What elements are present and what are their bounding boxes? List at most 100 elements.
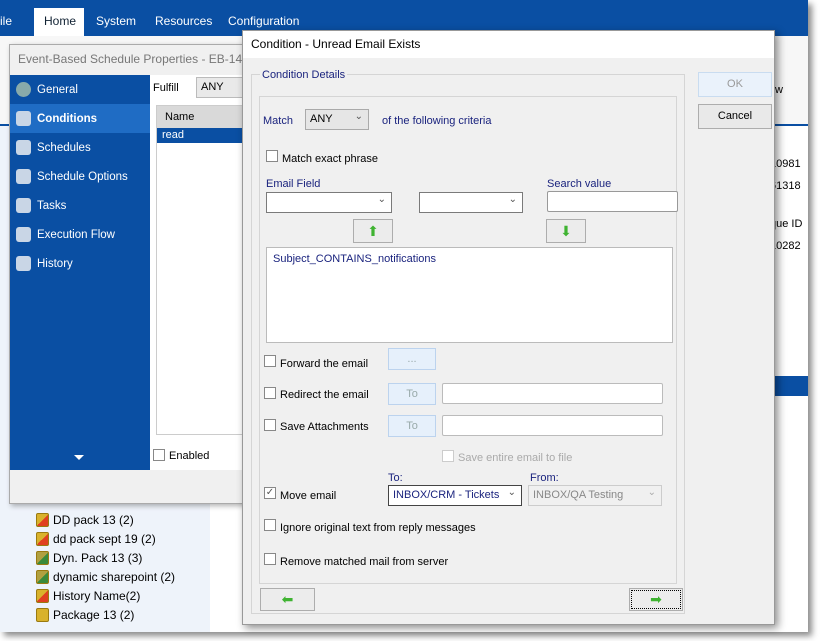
flow-icon: [16, 227, 31, 242]
nav-item-schedule-options[interactable]: Schedule Options: [10, 162, 150, 191]
package-icon: [36, 551, 49, 565]
tree-item[interactable]: dd pack sept 19 (2): [36, 532, 156, 546]
save-attachments-path-input[interactable]: [442, 415, 663, 436]
nav-label: Conditions: [37, 112, 98, 125]
tree-item-label: dd pack sept 19 (2): [53, 532, 156, 546]
list-row[interactable]: read: [157, 128, 255, 143]
ignore-reply-text-label: Ignore original text from reply messages: [280, 522, 476, 534]
save-attachments-to-button[interactable]: To: [388, 415, 436, 437]
nav-label: Schedule Options: [37, 170, 128, 183]
fulfill-label: Fulfill: [153, 82, 179, 94]
tree-item[interactable]: History Name(2): [36, 589, 140, 603]
redirect-to-button[interactable]: To: [388, 383, 436, 405]
nav-item-general[interactable]: General: [10, 75, 150, 104]
back-button[interactable]: ⬅: [260, 588, 315, 611]
operator-select[interactable]: ⌄: [419, 192, 523, 213]
tree-item-label: History Name(2): [53, 589, 141, 603]
move-to-value: INBOX/CRM - Tickets: [393, 489, 500, 501]
match-label: Match: [263, 115, 293, 127]
move-email-checkbox[interactable]: ✓: [264, 487, 276, 499]
chevron-down-icon: ⌄: [507, 487, 516, 498]
tasks-icon: [16, 198, 31, 213]
enabled-label: Enabled: [169, 450, 210, 462]
selected-row[interactable]: [770, 376, 808, 396]
forward-options-button[interactable]: ...: [388, 348, 436, 370]
save-entire-email-checkbox[interactable]: [442, 450, 454, 462]
tree-item[interactable]: Dyn. Pack 13 (3): [36, 551, 142, 565]
tree-item[interactable]: dynamic sharepoint (2): [36, 570, 175, 584]
redirect-checkbox[interactable]: [264, 387, 276, 399]
email-field-label: Email Field: [266, 178, 321, 190]
package-icon: [36, 608, 49, 622]
schedule-icon: [16, 140, 31, 155]
forward-label: Forward the email: [280, 358, 369, 370]
schedule-properties-window: Event-Based Schedule Properties - EB-141…: [9, 44, 256, 504]
tree-item-label: Dyn. Pack 13 (3): [53, 551, 143, 565]
remove-from-server-checkbox[interactable]: [264, 553, 276, 565]
remove-criteria-button[interactable]: ⬇: [546, 219, 586, 243]
column-header-name[interactable]: Name: [157, 106, 255, 128]
save-entire-email-label: Save entire email to file: [458, 452, 573, 464]
arrow-up-icon: ⬆: [367, 222, 379, 239]
scroll-down-icon[interactable]: [74, 455, 84, 460]
move-from-select[interactable]: INBOX/QA Testing ⌄: [528, 485, 662, 506]
ignore-reply-text-checkbox[interactable]: [264, 519, 276, 531]
nav-sidebar: General Conditions Schedules Schedule Op…: [10, 75, 150, 470]
nav-label: Schedules: [37, 141, 91, 154]
search-value-label: Search value: [547, 178, 612, 190]
arrow-left-icon: ⬅: [281, 591, 294, 607]
tab-home[interactable]: Home: [34, 8, 84, 36]
options-icon: [16, 169, 31, 184]
ribbon-partial-label: w: [775, 84, 783, 96]
add-criteria-button[interactable]: ⬆: [353, 219, 393, 243]
enabled-checkbox[interactable]: [153, 449, 165, 461]
cancel-button[interactable]: Cancel: [698, 104, 772, 129]
tab-system[interactable]: System: [86, 8, 146, 36]
remove-from-server-label: Remove matched mail from server: [280, 556, 449, 568]
move-from-label: From:: [530, 472, 559, 484]
exact-phrase-label: Match exact phrase: [282, 153, 378, 165]
conditions-list: Name read: [156, 105, 256, 435]
nav-item-conditions[interactable]: Conditions: [10, 104, 150, 133]
tab-resources[interactable]: Resources: [145, 8, 222, 36]
match-select[interactable]: ANY ⌄: [305, 109, 369, 130]
nav-label: Execution Flow: [37, 228, 115, 241]
move-to-select[interactable]: INBOX/CRM - Tickets ⌄: [388, 485, 522, 506]
tree-item[interactable]: Package 13 (2): [36, 608, 134, 622]
email-field-select[interactable]: ⌄: [266, 192, 392, 213]
history-icon: [16, 256, 31, 271]
group-label: Condition Details: [260, 69, 348, 81]
dialog-titlebar: Condition - Unread Email Exists: [243, 31, 774, 58]
package-icon: [36, 589, 49, 603]
tree-item[interactable]: DD pack 13 (2): [36, 513, 134, 527]
package-icon: [36, 570, 49, 584]
nav-item-tasks[interactable]: Tasks: [10, 191, 150, 220]
conditions-icon: [16, 111, 31, 126]
conditions-panel: Fulfill ANY Name read Enabled: [150, 75, 256, 470]
move-to-label: To:: [388, 472, 403, 484]
search-value-input[interactable]: [547, 191, 678, 212]
ok-button[interactable]: OK: [698, 72, 772, 97]
nav-item-execution-flow[interactable]: Execution Flow: [10, 220, 150, 249]
forward-checkbox[interactable]: [264, 355, 276, 367]
next-button[interactable]: ➡: [629, 588, 683, 611]
fulfill-value: ANY: [201, 81, 224, 93]
chevron-down-icon: ⌄: [354, 111, 363, 122]
match-value: ANY: [310, 113, 333, 125]
nav-label: Tasks: [37, 199, 67, 212]
arrow-down-icon: ⬇: [560, 222, 572, 239]
move-email-label: Move email: [280, 490, 337, 502]
criteria-item[interactable]: Subject_CONTAINS_notifications: [273, 253, 666, 265]
save-attachments-label: Save Attachments: [280, 421, 369, 433]
tree-item-label: dynamic sharepoint (2): [53, 570, 176, 584]
redirect-address-input[interactable]: [442, 383, 663, 404]
match-suffix: of the following criteria: [382, 115, 492, 127]
arrow-right-icon: ➡: [650, 591, 662, 607]
criteria-list[interactable]: Subject_CONTAINS_notifications: [266, 247, 673, 343]
nav-item-schedules[interactable]: Schedules: [10, 133, 150, 162]
chevron-down-icon: ⌄: [377, 194, 386, 205]
nav-item-history[interactable]: History: [10, 249, 150, 278]
exact-phrase-checkbox[interactable]: [266, 150, 278, 162]
tab-file[interactable]: ile: [0, 8, 22, 36]
save-attachments-checkbox[interactable]: [264, 419, 276, 431]
